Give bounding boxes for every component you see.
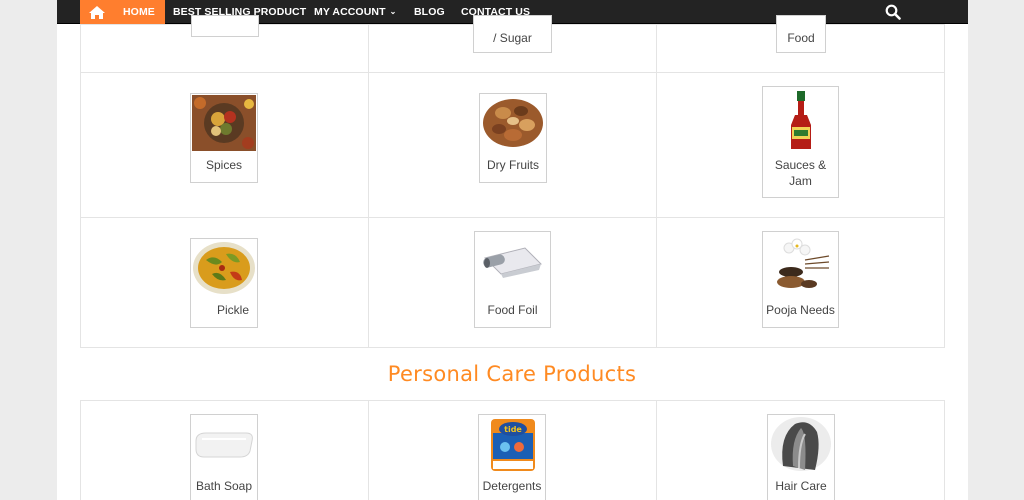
nav-home[interactable]: HOME [113, 0, 165, 24]
svg-text:tide: tide [504, 425, 522, 434]
foil-roll-image [483, 247, 542, 278]
category-card-pickle[interactable]: Pickle [190, 238, 258, 328]
detergent-pack-image: tide [491, 419, 535, 471]
category-card-sugar[interactable]: / Sugar [473, 15, 552, 53]
category-card-bath-soap[interactable]: Bath Soap [190, 414, 258, 500]
home-icon-button[interactable] [80, 0, 113, 24]
search-button[interactable] [885, 4, 901, 20]
page: HOME BEST SELLING PRODUCT MY ACCOUNT ⌄ BL… [57, 0, 968, 500]
category-label-line2: Jam [789, 174, 812, 188]
category-cell: Food [657, 15, 945, 72]
spices-image [192, 95, 256, 151]
category-cell: Hair Care [657, 401, 945, 500]
category-row: / Sugar Food [81, 15, 945, 73]
category-label: Pooja Needs [766, 303, 835, 317]
category-card-detergents[interactable]: tide Detergents [478, 414, 546, 500]
category-label: Food [787, 31, 815, 45]
category-card-hair-care[interactable]: Hair Care [767, 414, 835, 500]
dry-fruits-image [481, 95, 545, 151]
category-cell: Spices [81, 73, 369, 217]
category-card-food[interactable]: Food [776, 15, 826, 53]
category-label: Bath Soap [195, 479, 253, 493]
hair-image [769, 416, 833, 472]
personal-care-category-grid: Bath Soap tide Detergents Hair Care [80, 400, 945, 500]
category-label: Pickle [216, 303, 249, 317]
category-cell: Dry Fruits [369, 73, 657, 217]
home-icon [88, 5, 105, 19]
section-title-personal-care: Personal Care Products [387, 362, 637, 386]
category-cell: Pickle [81, 218, 369, 347]
category-cell: tide Detergents [369, 401, 657, 500]
category-label: Dry Fruits [487, 158, 539, 172]
pooja-items-image [777, 238, 830, 288]
category-label-line1: Sauces & [774, 158, 827, 172]
category-row: Pickle Food Foil Pooja Needs [81, 218, 945, 348]
category-card-pooja-needs[interactable]: Pooja Needs [762, 231, 839, 328]
category-label: Food Foil [487, 303, 538, 317]
search-icon [885, 4, 901, 20]
category-row: Bath Soap tide Detergents Hair Care [81, 401, 945, 500]
category-card-sauces-jam[interactable]: Sauces & Jam [762, 86, 839, 198]
category-card-food-foil[interactable]: Food Foil [474, 231, 551, 328]
category-cell: Food Foil [369, 218, 657, 347]
nav-blog[interactable]: BLOG [414, 0, 445, 24]
grocery-category-grid: / Sugar Food Spices Dry Fruits Sauces & … [80, 15, 945, 348]
category-cell [81, 15, 369, 72]
nav-my-account-label: MY ACCOUNT [314, 6, 386, 18]
category-cell: / Sugar [369, 15, 657, 72]
category-label: Detergents [482, 479, 542, 493]
category-card[interactable] [191, 15, 259, 37]
category-label: Spices [205, 158, 243, 172]
category-cell: Sauces & Jam [657, 73, 945, 217]
sauce-bottle-image [791, 91, 811, 149]
category-label: / Sugar [493, 31, 532, 45]
pickle-image [192, 240, 256, 296]
category-cell: Bath Soap [81, 401, 369, 500]
category-row: Spices Dry Fruits Sauces & Jam [81, 73, 945, 218]
soap-image [195, 432, 253, 458]
category-card-dry-fruits[interactable]: Dry Fruits [479, 93, 547, 183]
category-card-spices[interactable]: Spices [190, 93, 258, 183]
category-label: Hair Care [775, 479, 827, 493]
nav-my-account[interactable]: MY ACCOUNT ⌄ [314, 0, 396, 24]
chevron-down-icon: ⌄ [389, 7, 397, 16]
category-cell: Pooja Needs [657, 218, 945, 347]
